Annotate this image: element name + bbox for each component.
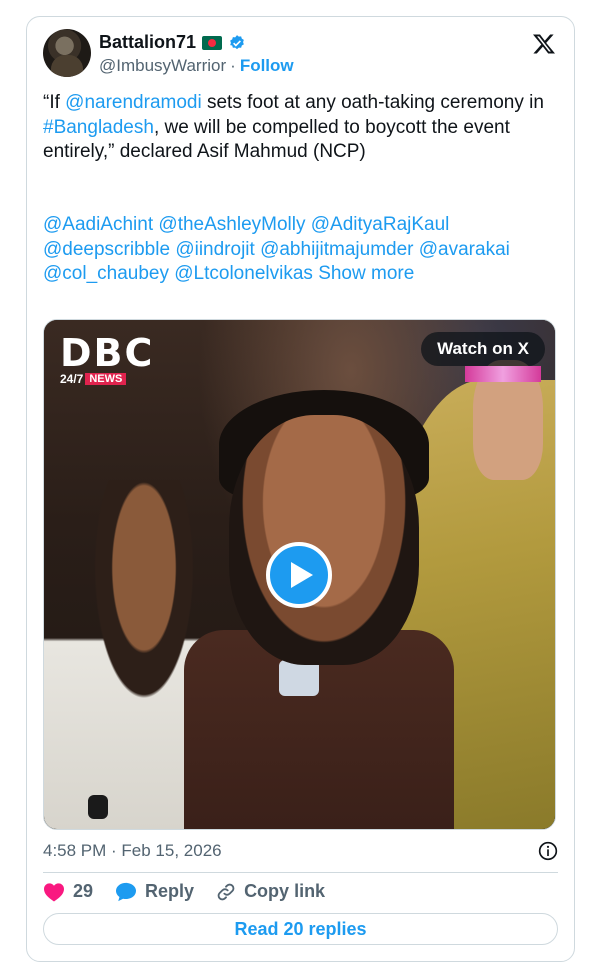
reply-bubble-icon <box>116 882 137 901</box>
stage-light-shape <box>465 366 541 382</box>
follow-button[interactable]: Follow <box>240 56 294 76</box>
action-bar: 29 Reply Copy link <box>43 881 325 902</box>
play-button[interactable] <box>266 542 332 608</box>
mention-narendramodi[interactable]: @narendramodi <box>65 92 202 113</box>
mention-link[interactable]: @Ltcolonelvikas <box>174 263 313 284</box>
avatar[interactable] <box>43 29 91 77</box>
separator: · <box>230 56 236 75</box>
tweet-card: Battalion71 @ImbusyWarrior · Follow “If … <box>26 16 575 962</box>
tweet-header: Battalion71 @ImbusyWarrior · Follow <box>43 29 558 81</box>
text-part-2: sets foot at any oath-taking ceremony in <box>201 92 544 113</box>
x-logo-icon[interactable] <box>532 32 556 56</box>
hashtag-bangladesh[interactable]: #Bangladesh <box>43 117 154 138</box>
collar-shape <box>279 660 319 696</box>
display-name[interactable]: Battalion71 <box>99 32 196 53</box>
face-shape <box>229 415 419 665</box>
heart-icon <box>44 882 64 902</box>
show-more-link[interactable]: Show more <box>318 263 414 284</box>
name-row: Battalion71 <box>99 32 246 53</box>
bangladesh-flag-icon <box>202 35 223 50</box>
like-button[interactable]: 29 <box>43 881 93 902</box>
mention-link[interactable]: @abhijitmajumder <box>260 239 413 260</box>
handle-row: @ImbusyWarrior · Follow <box>99 56 294 76</box>
reply-button[interactable]: Reply <box>115 881 194 902</box>
dbc-logo-text: DBC <box>60 331 155 375</box>
dbc-news-label: NEWS <box>85 373 127 385</box>
mention-list: @AadiAchint @theAshleyMolly @AdityaRajKa… <box>43 213 563 287</box>
text-part-1: “If <box>43 92 66 113</box>
link-icon <box>217 883 235 900</box>
reply-label: Reply <box>145 881 195 901</box>
verified-badge-icon <box>230 34 244 49</box>
read-replies-button[interactable]: Read 20 replies <box>43 913 558 945</box>
video-player[interactable]: DBC 24/7 NEWS Watch on X <box>43 319 556 830</box>
play-icon <box>290 562 313 588</box>
microphone-icon <box>88 795 108 819</box>
mention-link[interactable]: @avarakai <box>419 239 510 260</box>
info-icon[interactable] <box>538 841 558 861</box>
mention-link[interactable]: @theAshleyMolly <box>158 214 305 235</box>
mention-link[interactable]: @AdityaRajKaul <box>311 214 450 235</box>
dbc-247-label: 24/7 <box>60 372 84 386</box>
like-count: 29 <box>73 881 94 901</box>
mention-link[interactable]: @col_chaubey <box>43 263 169 284</box>
tweet-text: “If @narendramodi sets foot at any oath-… <box>43 91 563 165</box>
divider <box>43 872 558 873</box>
dbc-news-logo: DBC 24/7 NEWS <box>60 331 155 386</box>
mention-link[interactable]: @iindrojit <box>175 239 254 260</box>
mention-link[interactable]: @AadiAchint <box>43 214 153 235</box>
handle[interactable]: @ImbusyWarrior <box>99 56 226 76</box>
watch-on-x-button[interactable]: Watch on X <box>421 332 545 366</box>
mention-link[interactable]: @deepscribble <box>43 239 170 260</box>
tweet-timestamp[interactable]: 4:58 PM · Feb 15, 2026 <box>43 841 222 861</box>
copy-link-label: Copy link <box>244 881 326 901</box>
copy-link-button[interactable]: Copy link <box>216 881 325 902</box>
